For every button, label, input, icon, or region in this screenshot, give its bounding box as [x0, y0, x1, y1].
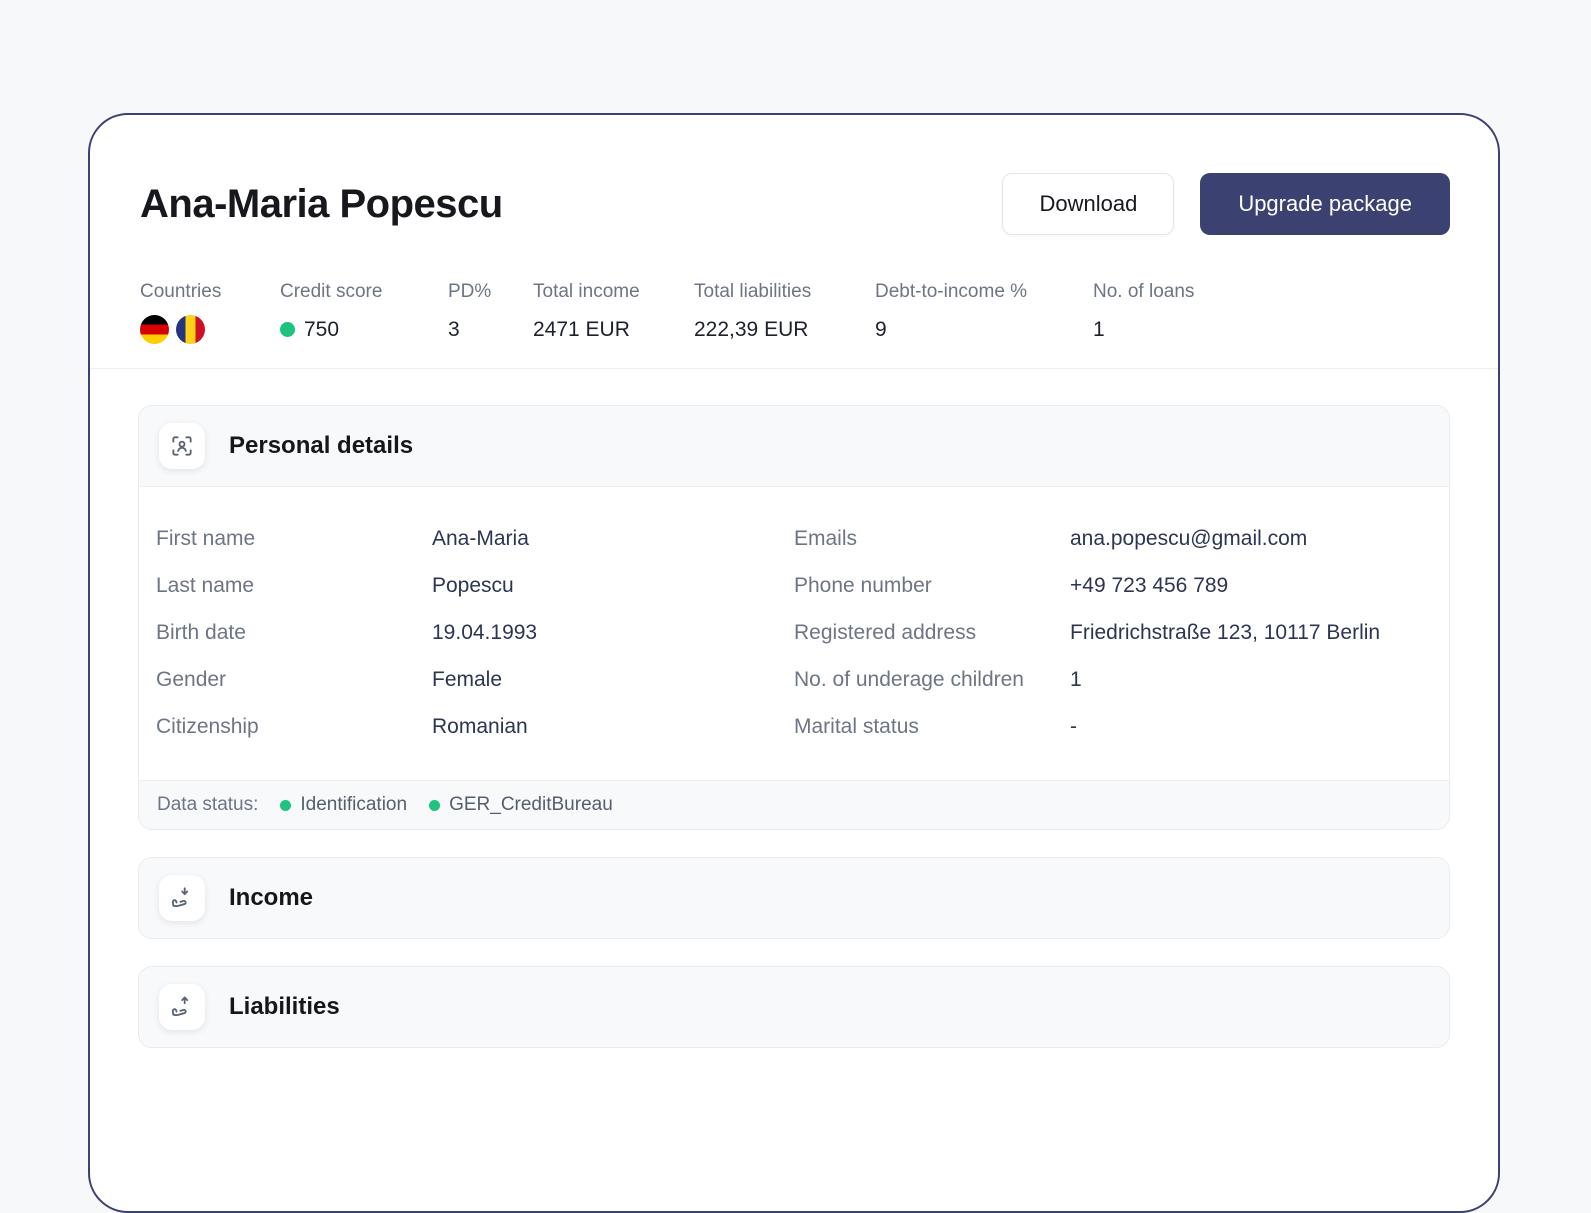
- stat-value: 750: [304, 317, 340, 341]
- germany-flag-icon: [140, 315, 169, 344]
- status-dot-icon: [280, 799, 292, 811]
- romania-flag-icon: [176, 315, 205, 344]
- detail-value: 19.04.1993: [432, 621, 538, 644]
- personal-details-body: First name Ana-Maria Last name Popescu B…: [139, 486, 1449, 781]
- stat-countries: Countries: [140, 281, 280, 344]
- stat-label: Total income: [533, 281, 640, 302]
- download-button[interactable]: Download: [1002, 173, 1175, 235]
- hand-receive-income-icon: [159, 875, 205, 921]
- detail-row-emails: Emails ana.popescu@gmail.com: [794, 527, 1449, 551]
- status-dot-icon: [429, 799, 441, 811]
- section-title: Income: [229, 884, 314, 911]
- stat-value: 222,39 EUR: [694, 317, 809, 341]
- stat-pd: PD% 3: [448, 281, 533, 344]
- detail-value: Popescu: [432, 574, 514, 597]
- person-scan-icon: [159, 423, 205, 469]
- detail-label: First name: [156, 527, 256, 550]
- detail-value: 1: [1070, 668, 1082, 691]
- detail-label: Last name: [156, 574, 255, 597]
- income-card: Income: [138, 857, 1450, 939]
- personal-details-right-column: Emails ana.popescu@gmail.com Phone numbe…: [794, 527, 1449, 762]
- data-status-ger-creditbureau: GER_CreditBureau: [429, 794, 613, 816]
- detail-row-registered-address: Registered address Friedrichstraße 123, …: [794, 621, 1449, 645]
- detail-value: ana.popescu@gmail.com: [1070, 527, 1308, 550]
- detail-row-gender: Gender Female: [156, 668, 794, 692]
- data-status-item-label: GER_CreditBureau: [449, 794, 613, 815]
- data-status-label: Data status:: [157, 794, 259, 815]
- credit-score-status-dot-icon: [280, 322, 295, 337]
- liabilities-card: Liabilities: [138, 966, 1450, 1048]
- detail-label: Marital status: [794, 715, 919, 738]
- stat-total-income: Total income 2471 EUR: [533, 281, 694, 344]
- detail-value: Ana-Maria: [432, 527, 529, 550]
- detail-value: +49 723 456 789: [1070, 574, 1229, 597]
- detail-row-birth-date: Birth date 19.04.1993: [156, 621, 794, 645]
- stat-label: No. of loans: [1093, 281, 1195, 302]
- detail-label: Registered address: [794, 621, 977, 644]
- detail-row-underage-children: No. of underage children 1: [794, 668, 1449, 692]
- data-status-bar: Data status: Identification GER_CreditBu…: [139, 781, 1449, 829]
- personal-details-left-column: First name Ana-Maria Last name Popescu B…: [156, 527, 794, 762]
- personal-details-card: Personal details First name Ana-Maria La…: [138, 405, 1450, 830]
- detail-label: No. of underage children: [794, 668, 1024, 691]
- stat-label: Countries: [140, 281, 222, 302]
- detail-value: -: [1070, 715, 1077, 738]
- detail-value: Friedrichstraße 123, 10117 Berlin: [1070, 621, 1381, 644]
- liabilities-header[interactable]: Liabilities: [139, 967, 1449, 1047]
- detail-row-last-name: Last name Popescu: [156, 574, 794, 598]
- stat-debt-to-income: Debt-to-income % 9: [875, 281, 1093, 344]
- stat-total-liabilities: Total liabilities 222,39 EUR: [694, 281, 875, 344]
- stat-value: 1: [1093, 317, 1105, 341]
- section-title: Liabilities: [229, 993, 340, 1020]
- income-header[interactable]: Income: [139, 858, 1449, 938]
- data-status-item-label: Identification: [300, 794, 408, 815]
- profile-card: Ana-Maria Popescu Download Upgrade packa…: [88, 113, 1500, 1213]
- detail-label: Gender: [156, 668, 227, 691]
- detail-label: Emails: [794, 527, 858, 550]
- section-title: Personal details: [229, 432, 414, 459]
- page-title: Ana-Maria Popescu: [140, 181, 503, 226]
- stat-value: 3: [448, 317, 460, 341]
- summary-stats-row: Countries Credit score 750 PD% 3 Total i…: [90, 235, 1498, 369]
- detail-row-phone-number: Phone number +49 723 456 789: [794, 574, 1449, 598]
- stat-credit-score: Credit score 750: [280, 281, 448, 344]
- detail-row-marital-status: Marital status -: [794, 715, 1449, 739]
- detail-label: Phone number: [794, 574, 932, 597]
- stat-label: Debt-to-income %: [875, 281, 1028, 302]
- profile-header: Ana-Maria Popescu Download Upgrade packa…: [90, 115, 1498, 235]
- stat-value: 2471 EUR: [533, 317, 630, 341]
- stat-no-of-loans: No. of loans 1: [1093, 281, 1194, 344]
- detail-value: Female: [432, 668, 503, 691]
- upgrade-package-button[interactable]: Upgrade package: [1200, 173, 1450, 235]
- detail-label: Birth date: [156, 621, 246, 644]
- personal-details-header[interactable]: Personal details: [139, 406, 1449, 486]
- detail-value: Romanian: [432, 715, 528, 738]
- stat-value: 9: [875, 317, 887, 341]
- stat-label: PD%: [448, 281, 492, 302]
- detail-label: Citizenship: [156, 715, 259, 738]
- detail-row-citizenship: Citizenship Romanian: [156, 715, 794, 739]
- stat-label: Credit score: [280, 281, 383, 302]
- stat-label: Total liabilities: [694, 281, 812, 302]
- data-status-identification: Identification: [280, 794, 407, 816]
- hand-give-liabilities-icon: [159, 984, 205, 1030]
- detail-row-first-name: First name Ana-Maria: [156, 527, 794, 551]
- content-area: Personal details First name Ana-Maria La…: [90, 369, 1498, 1048]
